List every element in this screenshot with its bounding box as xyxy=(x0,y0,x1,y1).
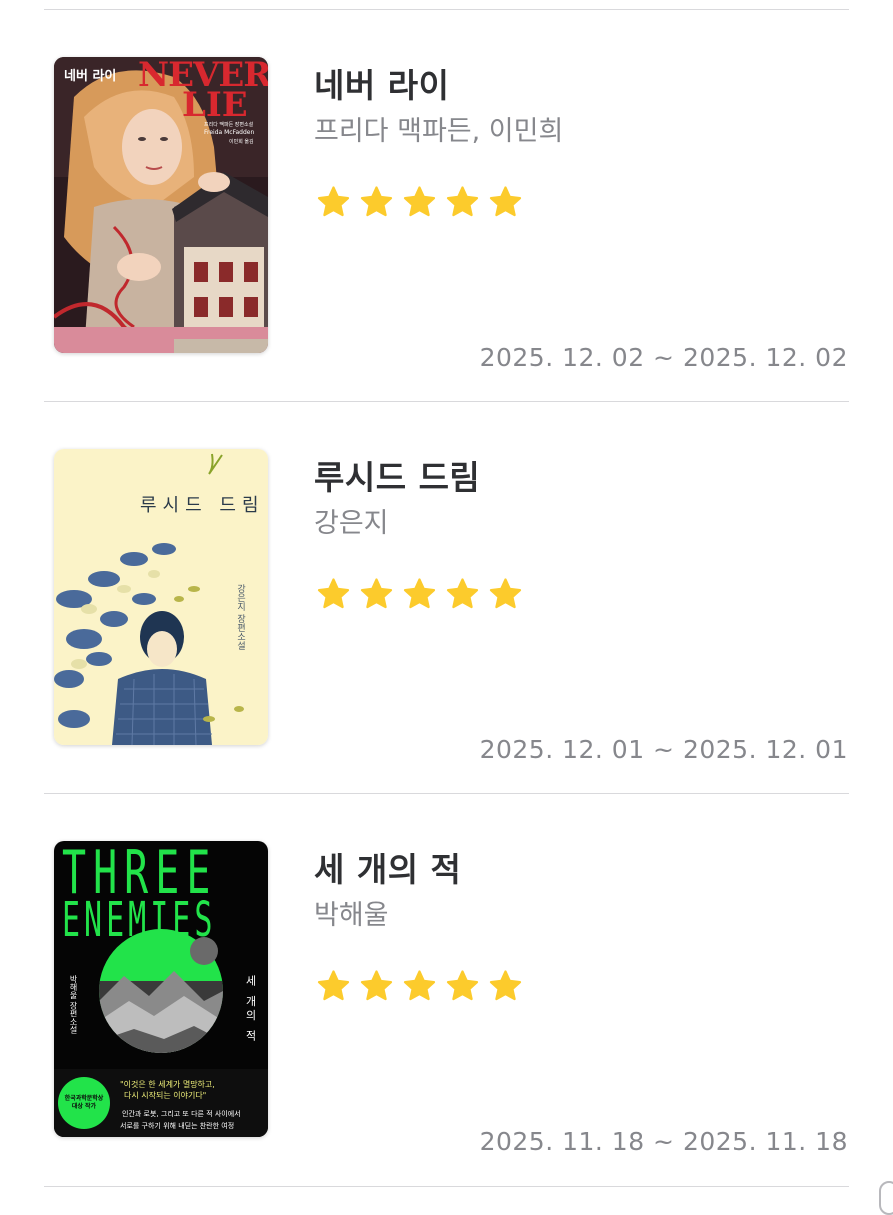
star-icon xyxy=(489,578,522,609)
cover-blurb-1: 인간과 로봇, 그리고 또 다른 적 사이에서 xyxy=(122,1110,241,1118)
cover-title-ko: 루시드 드림 xyxy=(140,495,265,516)
rating-stars xyxy=(316,577,523,612)
book-author: 강은지 xyxy=(314,508,389,539)
book-cover[interactable]: 루시드 드림 강은지 장편소설 xyxy=(54,449,268,745)
star-icon xyxy=(317,186,350,217)
rating-stars xyxy=(316,185,523,220)
book-title[interactable]: 루시드 드림 xyxy=(314,451,480,499)
scroll-handle[interactable] xyxy=(879,1181,893,1215)
cover-title-ko: 세 개의 적 xyxy=(244,975,257,1044)
book-cover[interactable]: 네버 라이 NEVER LIE 프리다 맥파든 장편소설 Freida McFa… xyxy=(54,57,268,353)
cover-badge: 한국과학문학상 대상 작가 xyxy=(64,1095,104,1110)
book-item[interactable]: THREE ENEMIES 세 개의 적 박해울 장편소설 "이것은 한 세계가… xyxy=(0,793,893,1185)
cover-author-line: 강은지 장편소설 xyxy=(235,584,245,650)
star-icon xyxy=(360,970,393,1001)
reading-date-range: 2025. 12. 01 ~ 2025. 12. 01 xyxy=(479,735,848,764)
book-title[interactable]: 네버 라이 xyxy=(314,59,449,107)
star-icon xyxy=(446,578,479,609)
star-icon xyxy=(317,970,350,1001)
cover-author-en: Freida McFadden xyxy=(204,129,255,136)
star-icon xyxy=(403,970,436,1001)
book-author: 박해울 xyxy=(314,900,389,931)
book-author: 프리다 맥파든, 이민희 xyxy=(314,116,564,147)
cover-author-line: 박해울 장편소설 xyxy=(69,975,78,1034)
star-icon xyxy=(317,578,350,609)
star-icon xyxy=(360,186,393,217)
cover-quote-1: "이것은 한 세계가 멸망하고, xyxy=(120,1080,215,1089)
cover-title-en-2: LIE xyxy=(182,85,248,125)
cover-author-line: 프리다 맥파든 장편소설 xyxy=(204,122,254,128)
star-icon xyxy=(446,186,479,217)
star-icon xyxy=(489,186,522,217)
book-item[interactable]: 루시드 드림 강은지 장편소설 루시드 드림 강은지 2025. 12. 01 … xyxy=(0,401,893,793)
cover-quote-2: 다시 시작되는 이야기다" xyxy=(124,1091,207,1100)
book-item[interactable]: 네버 라이 NEVER LIE 프리다 맥파든 장편소설 Freida McFa… xyxy=(0,9,893,401)
reading-date-range: 2025. 11. 18 ~ 2025. 11. 18 xyxy=(479,1127,848,1156)
star-icon xyxy=(403,578,436,609)
star-icon xyxy=(403,186,436,217)
star-icon xyxy=(446,970,479,1001)
cover-title-en-2: ENEMIES xyxy=(62,893,217,949)
book-title[interactable]: 세 개의 적 xyxy=(314,843,461,891)
cover-blurb-2: 서로를 구하기 위해 내딛는 찬란한 여정 xyxy=(120,1122,235,1130)
cover-translator: 이민희 옮김 xyxy=(229,139,254,145)
rating-stars xyxy=(316,969,523,1004)
star-icon xyxy=(489,970,522,1001)
star-icon xyxy=(360,578,393,609)
divider xyxy=(44,1186,849,1187)
cover-title-ko: 네버 라이 xyxy=(64,69,117,84)
reading-date-range: 2025. 12. 02 ~ 2025. 12. 02 xyxy=(479,343,848,372)
book-cover[interactable]: THREE ENEMIES 세 개의 적 박해울 장편소설 "이것은 한 세계가… xyxy=(54,841,268,1137)
